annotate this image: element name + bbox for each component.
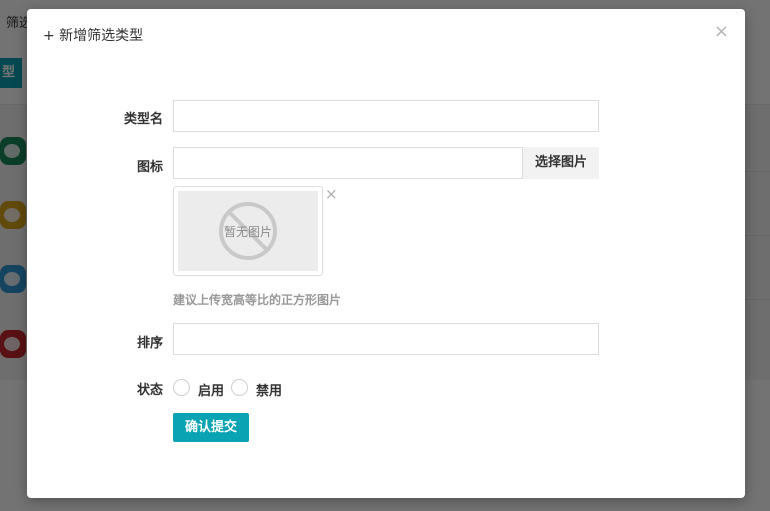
image-preview: 暂无图片 xyxy=(173,186,323,276)
type-name-input[interactable] xyxy=(173,100,599,132)
dialog-title: + 新增筛选类型 xyxy=(43,28,144,44)
remove-image-icon[interactable]: × xyxy=(325,187,338,202)
status-disable-label[interactable]: 禁用 xyxy=(256,380,282,399)
type-name-label: 类型名 xyxy=(123,112,163,127)
submit-button[interactable]: 确认提交 xyxy=(173,413,249,442)
choose-image-button[interactable]: 选择图片 xyxy=(523,147,599,179)
upload-hint: 建议上传宽高等比的正方形图片 xyxy=(173,293,342,307)
no-image-text: 暂无图片 xyxy=(223,225,272,239)
icon-path-input[interactable] xyxy=(173,147,523,179)
icon-label: 图标 xyxy=(136,160,163,175)
status-enable-label[interactable]: 启用 xyxy=(198,380,224,399)
close-icon[interactable]: × xyxy=(714,23,729,41)
status-disable-radio[interactable] xyxy=(231,379,248,396)
status-label: 状态 xyxy=(136,383,163,398)
image-placeholder: 暂无图片 xyxy=(178,191,318,271)
sort-label: 排序 xyxy=(136,336,163,351)
status-enable-radio[interactable] xyxy=(173,379,190,396)
sort-input[interactable] xyxy=(173,323,599,355)
add-filter-type-dialog: + 新增筛选类型 × 类型名 图标 选择图片 暂无图片 × 建议上传宽高等比的正… xyxy=(27,9,745,498)
